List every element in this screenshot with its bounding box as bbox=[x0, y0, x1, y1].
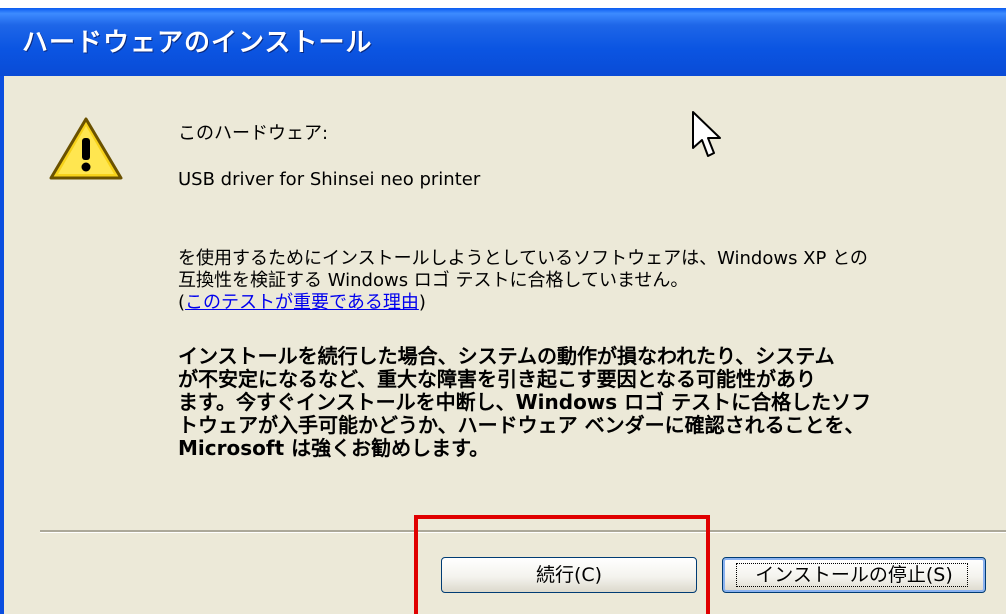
warning-icon bbox=[49, 117, 123, 180]
focus-ring bbox=[736, 563, 968, 587]
window-title: ハードウェアのインストール bbox=[22, 28, 373, 58]
link-close-paren: ) bbox=[418, 292, 426, 313]
compatibility-description: を使用するためにインストールしようとしているソフトウェアは、Windows XP… bbox=[178, 248, 978, 314]
highlight-box bbox=[414, 515, 710, 614]
title-bar[interactable]: ハードウェアのインストール bbox=[0, 8, 1006, 76]
warning-line-3: ます。今すぐインストールを中断し、Windows ロゴ テストに合格したソフ bbox=[178, 390, 872, 414]
warning-line-4: トウェアが入手可能かどうか、ハードウェア ベンダーに確認されることを、 bbox=[178, 413, 865, 437]
mouse-cursor-icon bbox=[692, 111, 721, 157]
warning-message: インストールを続行した場合、システムの動作が損なわれたり、システム が不安定にな… bbox=[178, 345, 978, 460]
warning-line-2: が不安定になるなど、重大な障害を引き起こす要因となる可能性があり bbox=[178, 367, 816, 391]
device-name: USB driver for Shinsei neo printer bbox=[178, 169, 481, 190]
compat-line-2: 互換性を検証する Windows ロゴ テストに合格していません。 bbox=[178, 270, 689, 291]
warning-line-1: インストールを続行した場合、システムの動作が損なわれたり、システム bbox=[178, 344, 835, 368]
why-test-important-link[interactable]: このテストが重要である理由 bbox=[185, 292, 419, 313]
compat-line-1: を使用するためにインストールしようとしているソフトウェアは、Windows XP… bbox=[178, 248, 868, 269]
link-open-paren: ( bbox=[178, 292, 186, 313]
hardware-label: このハードウェア: bbox=[178, 123, 329, 144]
warning-line-5: Microsoft は強くお勧めします。 bbox=[178, 436, 490, 460]
why-important-link-row: (このテストが重要である理由) bbox=[178, 292, 978, 314]
